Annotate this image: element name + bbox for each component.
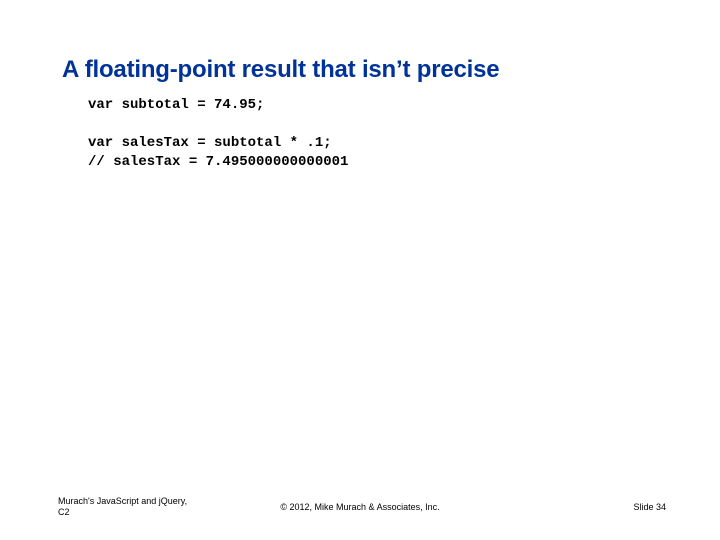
footer-slide-number: Slide 34: [633, 502, 666, 512]
slide: A floating-point result that isn’t preci…: [0, 0, 720, 540]
code-block: var subtotal = 74.95; var salesTax = sub…: [88, 96, 348, 172]
footer-copyright: © 2012, Mike Murach & Associates, Inc.: [0, 502, 720, 512]
code-line-2: var salesTax = subtotal * .1;: [88, 135, 332, 151]
code-line-3: // salesTax = 7.495000000000001: [88, 154, 348, 170]
footer: Murach's JavaScript and jQuery, C2 © 201…: [0, 488, 720, 518]
slide-title: A floating-point result that isn’t preci…: [62, 56, 499, 84]
code-line-1: var subtotal = 74.95;: [88, 97, 264, 113]
